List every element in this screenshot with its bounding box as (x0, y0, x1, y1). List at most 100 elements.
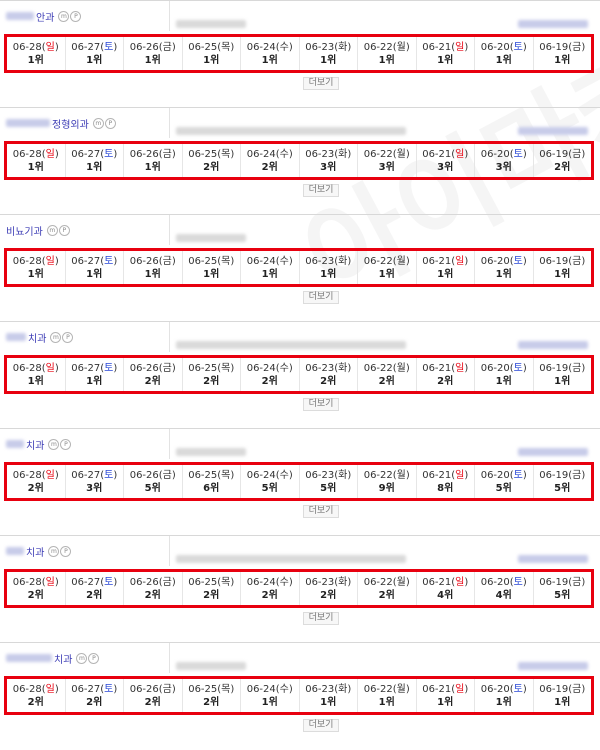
date-label: 06-19(금) (539, 576, 586, 588)
date-label: 06-25(목) (188, 362, 235, 374)
weekday-label: 수 (279, 255, 289, 267)
weekday-label: 일 (455, 362, 465, 374)
rank-cell: 06-20(토) 1위 (475, 251, 534, 284)
department-label[interactable]: 치과 (26, 437, 44, 452)
rank-value: 1위 (378, 268, 395, 280)
rank-value: 2위 (437, 375, 454, 387)
rank-cell: 06-24(수) 2위 (241, 572, 300, 605)
rank-value: 5위 (495, 482, 512, 494)
rank-value: 2위 (320, 589, 337, 601)
date-label: 06-22(월) (363, 148, 410, 160)
weekday-label: 일 (45, 255, 55, 267)
rank-value: 5위 (320, 482, 337, 494)
hospital-name[interactable]: 치과 m P (0, 643, 170, 673)
date-label: 06-23(화) (305, 148, 352, 160)
rank-value: 3위 (495, 161, 512, 173)
rank-value: 3위 (378, 161, 395, 173)
hospital-header: 정형외과 m P (0, 108, 600, 138)
rank-cell: 06-20(토) 3위 (475, 144, 534, 177)
hospital-name[interactable]: 안과 m P (0, 1, 170, 31)
weekday-label: 금 (162, 255, 172, 267)
more-button[interactable]: 더보기 (303, 184, 339, 197)
rank-cell: 06-24(수) 5위 (241, 465, 300, 498)
department-label[interactable]: 치과 (28, 330, 46, 345)
rank-grid: 06-28(일) 1위 06-27(토) 1위 06-26(금) 1위 06-25(목) 1위… (4, 34, 594, 73)
hospital-header: 안과 m P (0, 1, 600, 31)
rank-cell: 06-26(금) 5위 (124, 465, 183, 498)
date-label: 06-25(목) (188, 469, 235, 481)
redacted-url (176, 334, 408, 353)
date-label: 06-19(금) (539, 255, 586, 267)
redacted-name (6, 440, 24, 448)
weekday-label: 금 (572, 683, 582, 695)
weekday-label: 일 (45, 148, 55, 160)
rank-value: 1위 (144, 54, 161, 66)
hospital-header: 치과 m P (0, 429, 600, 459)
date-label: 06-25(목) (188, 255, 235, 267)
rank-value: 1위 (320, 54, 337, 66)
date-label: 06-21(일) (422, 362, 469, 374)
more-button[interactable]: 더보기 (303, 719, 339, 732)
more-button[interactable]: 더보기 (303, 398, 339, 411)
rank-value: 8위 (437, 482, 454, 494)
weekday-label: 수 (279, 576, 289, 588)
rank-cell: 06-24(수) 2위 (241, 358, 300, 391)
rank-cell: 06-26(금) 1위 (124, 37, 183, 70)
redacted-info (518, 13, 590, 32)
date-label: 06-28(일) (12, 469, 59, 481)
department-label[interactable]: 안과 (36, 9, 54, 24)
date-label: 06-28(일) (12, 255, 59, 267)
more-button[interactable]: 더보기 (303, 505, 339, 518)
more-button[interactable]: 더보기 (303, 291, 339, 304)
date-label: 06-27(토) (71, 683, 118, 695)
weekday-label: 목 (221, 683, 231, 695)
weekday-label: 금 (572, 576, 582, 588)
date-label: 06-19(금) (539, 683, 586, 695)
weekday-label: 화 (338, 576, 348, 588)
rank-value: 5위 (554, 589, 571, 601)
hospital-name[interactable]: 비뇨기과 m P (0, 215, 170, 245)
department-label[interactable]: 비뇨기과 (6, 223, 43, 238)
hospital-name[interactable]: 치과 m P (0, 322, 170, 352)
hospital-name[interactable]: 치과 m P (0, 429, 170, 459)
redacted-url (176, 227, 248, 246)
hospital-header: 치과 m P (0, 536, 600, 566)
hospital-rank-block: 치과 m P 06-28(일) 1위 06-27(토) 1위 06-26(금) 2위 06-25(… (0, 321, 600, 428)
rank-value: 1위 (86, 268, 103, 280)
rank-cell: 06-24(수) 2위 (241, 144, 300, 177)
weekday-label: 토 (104, 362, 114, 374)
weekday-label: 금 (162, 469, 172, 481)
weekday-label: 월 (396, 148, 406, 160)
date-label: 06-20(토) (480, 362, 527, 374)
department-label[interactable]: 치과 (26, 544, 44, 559)
rank-cell: 06-21(일) 1위 (417, 679, 475, 712)
rank-value: 1위 (86, 375, 103, 387)
rank-cell: 06-24(수) 1위 (241, 37, 300, 70)
hospital-name[interactable]: 치과 m P (0, 536, 170, 566)
department-label[interactable]: 정형외과 (52, 116, 89, 131)
pc-badge-icon: P (70, 10, 82, 22)
weekday-label: 토 (513, 255, 523, 267)
date-label: 06-24(수) (246, 362, 293, 374)
department-label[interactable]: 치과 (54, 651, 72, 666)
more-button[interactable]: 더보기 (303, 77, 339, 90)
rank-value: 2위 (261, 375, 278, 387)
rank-cell: 06-22(월) 1위 (358, 251, 417, 284)
rank-value: 2위 (261, 589, 278, 601)
hospital-rank-block: 치과 m P 06-28(일) 2위 06-27(토) 2위 06-26(금) 2위 06-25(… (0, 535, 600, 642)
date-label: 06-25(목) (188, 683, 235, 695)
rank-value: 2위 (320, 375, 337, 387)
hospital-name[interactable]: 정형외과 m P (0, 108, 170, 138)
more-button[interactable]: 더보기 (303, 612, 339, 625)
rank-value: 1위 (203, 268, 220, 280)
rank-value: 1위 (261, 696, 278, 708)
weekday-label: 토 (513, 362, 523, 374)
redacted-info (518, 548, 590, 567)
weekday-label: 토 (104, 41, 114, 53)
weekday-label: 목 (221, 362, 231, 374)
mobile-badge-icon: m (48, 438, 60, 450)
rank-cell: 06-28(일) 1위 (7, 37, 66, 70)
rank-cell: 06-19(금) 1위 (534, 37, 592, 70)
date-label: 06-27(토) (71, 362, 118, 374)
date-label: 06-19(금) (539, 362, 586, 374)
